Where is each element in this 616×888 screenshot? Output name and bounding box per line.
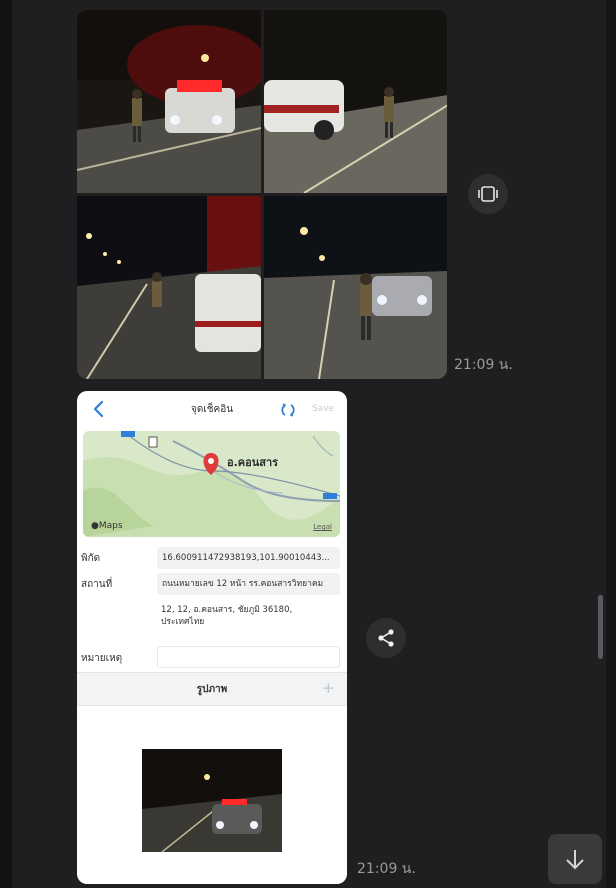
refresh-icon xyxy=(281,403,295,417)
checkin-photo-thumbnail[interactable] xyxy=(142,749,282,852)
album-photo-3[interactable] xyxy=(77,196,261,379)
place-field[interactable]: ถนนหมายเลข 12 หน้า รร.คอนสารวิทยาคม xyxy=(157,573,340,595)
address-line-1: 12, 12, อ.คอนสาร, ชัยภูมิ 36180, xyxy=(161,605,293,615)
checkin-title: จุดเช็คอิน xyxy=(190,404,234,415)
vibrate-icon xyxy=(478,186,498,202)
left-edge xyxy=(0,0,12,888)
scrollbar-thumb[interactable] xyxy=(598,595,603,659)
note-field[interactable] xyxy=(157,646,340,668)
coord-label: พิกัด xyxy=(81,553,101,564)
screenshot-timestamp: 21:09 น. xyxy=(357,861,416,877)
place-label: สถานที่ xyxy=(81,579,113,590)
photo-section-title: รูปภาพ xyxy=(196,684,228,695)
map-place-label: อ.คอนสาร xyxy=(227,456,279,469)
add-photo-button[interactable]: + xyxy=(322,679,335,697)
album-photo-4[interactable] xyxy=(264,196,447,379)
album-photo-2[interactable] xyxy=(264,10,447,193)
coord-field[interactable]: 16.600911472938193,101.90010443... xyxy=(157,547,340,569)
map-legal-link[interactable]: Legal xyxy=(313,523,332,531)
vibrate-button[interactable] xyxy=(468,174,508,214)
note-label: หมายเหตุ xyxy=(81,653,123,664)
photo-album[interactable] xyxy=(77,10,447,379)
share-button[interactable] xyxy=(366,618,406,658)
checkin-header: จุดเช็คอิน Save xyxy=(77,391,347,429)
share-icon xyxy=(378,629,394,647)
apple-logo-icon: ● xyxy=(91,521,99,531)
checkin-screenshot[interactable]: จุดเช็คอิน Save อ.คอนสาร ●Maps Legal พิก… xyxy=(77,391,347,884)
address-line-2: ประเทศไทย xyxy=(161,617,205,627)
map-brand: ●Maps xyxy=(91,521,123,531)
album-photo-1[interactable] xyxy=(77,10,261,193)
save-label: Save xyxy=(312,404,335,414)
arrow-down-icon xyxy=(566,850,584,870)
location-map: อ.คอนสาร ●Maps Legal xyxy=(83,431,340,537)
right-edge xyxy=(606,0,616,888)
scroll-down-button[interactable] xyxy=(548,834,602,884)
album-timestamp: 21:09 น. xyxy=(454,357,513,373)
photo-section-bar: รูปภาพ + xyxy=(77,672,347,706)
